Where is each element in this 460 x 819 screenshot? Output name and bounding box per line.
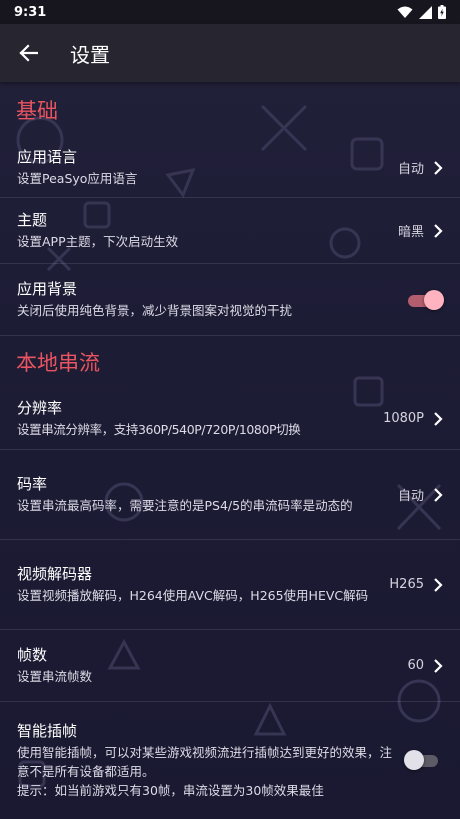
setting-smart-frame-interpolation[interactable]: 智能插帧 使用智能插帧，可以对某些游戏视频流进行插帧达到更好的效果，注意不是所有…	[0, 702, 460, 818]
signal-icon	[419, 5, 432, 19]
setting-frame-rate[interactable]: 帧数 设置串流帧数 60	[0, 630, 460, 702]
setting-value: 自动	[397, 162, 424, 177]
chevron-right-icon	[432, 159, 444, 177]
chevron-right-icon	[432, 222, 444, 240]
setting-title: 帧数	[17, 646, 48, 664]
app-background-toggle[interactable]	[404, 289, 444, 310]
setting-title: 应用语言	[17, 148, 78, 166]
section-title-basic: 基础	[16, 99, 58, 123]
status-time: 9:31	[14, 4, 47, 20]
setting-bitrate[interactable]: 码率 设置串流最高码率，需要注意的是PS4/5的串流码率是动态的 自动	[0, 450, 460, 540]
setting-value: H265	[389, 577, 424, 592]
setting-subtitle: 设置视频播放解码，H264使用AVC解码，H265使用HEVC解码	[17, 588, 369, 603]
setting-title: 码率	[17, 475, 48, 493]
setting-value: 60	[407, 658, 424, 673]
wifi-icon	[397, 6, 413, 18]
setting-value: 1080P	[383, 411, 424, 426]
setting-subtitle: 设置串流帧数	[17, 669, 93, 684]
setting-title: 主题	[17, 211, 48, 229]
settings-list: 基础 应用语言 设置PeaSyo应用语言 自动 主题 设置APP主题，下次启动生…	[0, 82, 460, 818]
back-button[interactable]	[0, 24, 56, 82]
setting-hint: 提示：如当前游戏只有30帧，串流设置为30帧效果最佳	[17, 782, 324, 798]
setting-app-language[interactable]: 应用语言 设置PeaSyo应用语言 自动	[0, 138, 460, 198]
setting-subtitle: 设置串流分辨率，支持360P/540P/720P/1080P切换	[17, 422, 301, 437]
arrow-left-icon	[19, 44, 38, 62]
setting-title: 智能插帧	[17, 721, 78, 740]
chevron-right-icon	[432, 576, 444, 594]
status-bar: 9:31	[0, 0, 460, 24]
app-bar: 设置	[0, 24, 460, 82]
setting-subtitle: 使用智能插帧，可以对某些游戏视频流进行插帧达到更好的效果，注意不是所有设备都适用…	[17, 744, 393, 779]
chevron-right-icon	[432, 657, 444, 675]
setting-title: 应用背景	[17, 280, 78, 298]
setting-subtitle: 关闭后使用纯色背景，减少背景图案对视觉的干扰	[17, 303, 293, 318]
switch-thumb	[404, 750, 424, 770]
chevron-right-icon	[432, 486, 444, 504]
setting-app-background[interactable]: 应用背景 关闭后使用纯色背景，减少背景图案对视觉的干扰	[0, 264, 460, 336]
setting-subtitle: 设置PeaSyo应用语言	[17, 171, 138, 186]
setting-subtitle: 设置串流最高码率，需要注意的是PS4/5的串流码率是动态的	[17, 498, 353, 513]
page-title: 设置	[70, 42, 110, 67]
setting-title: 分辨率	[17, 399, 63, 417]
setting-video-decoder[interactable]: 视频解码器 设置视频播放解码，H264使用AVC解码，H265使用HEVC解码 …	[0, 540, 460, 630]
switch-thumb	[424, 289, 444, 310]
section-title-local-streaming: 本地串流	[16, 351, 100, 375]
setting-subtitle: 设置APP主题，下次启动生效	[17, 234, 179, 249]
setting-theme[interactable]: 主题 设置APP主题，下次启动生效 暗黑	[0, 198, 460, 264]
setting-value: 暗黑	[397, 225, 424, 240]
setting-title: 视频解码器	[17, 565, 93, 583]
setting-value: 自动	[397, 489, 424, 504]
setting-resolution[interactable]: 分辨率 设置串流分辨率，支持360P/540P/720P/1080P切换 108…	[0, 388, 460, 450]
smart-frame-interpolation-toggle[interactable]	[404, 750, 444, 770]
status-icons	[397, 5, 446, 19]
chevron-right-icon	[432, 410, 444, 428]
battery-icon	[438, 5, 446, 19]
